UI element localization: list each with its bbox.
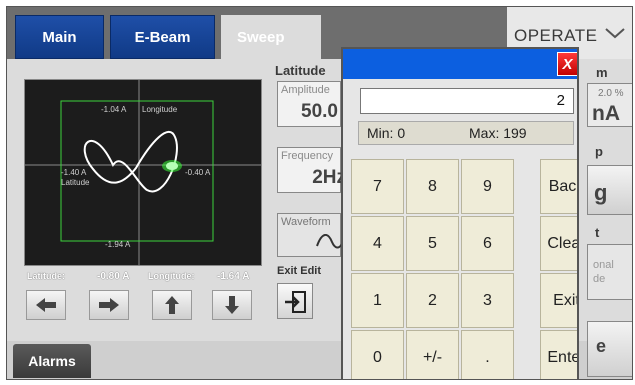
amplitude-value: 50.0 [301, 101, 338, 122]
app-window: Main E-Beam Sweep OPERATE -1.04 A Longit… [6, 6, 633, 380]
plot-left-label: -1.40 A [61, 168, 87, 177]
key-8[interactable]: 8 [406, 159, 459, 214]
plot-right-label: -0.40 A [185, 168, 211, 177]
latitude-label: Latitude: [27, 271, 65, 281]
right-panel-button-1[interactable]: g [587, 165, 632, 215]
sign-toggle-key[interactable]: +/- [406, 330, 459, 379]
move-up-button[interactable] [152, 290, 192, 320]
decimal-point-key[interactable]: . [461, 330, 514, 379]
chevron-down-icon[interactable] [604, 27, 626, 39]
amplitude-label: Amplitude [281, 84, 330, 96]
keypad-value-field[interactable]: 2 [360, 88, 574, 114]
keypad-dialog: X 2 Min: 0 Max: 199 7 8 9 Back 4 5 6 Cle… [341, 47, 579, 379]
lissajous-trace [83, 130, 178, 193]
frequency-field[interactable]: Frequency 2Hz [277, 147, 346, 193]
exit-edit-button[interactable] [277, 283, 313, 319]
right-panel-fragment-g: g [594, 180, 608, 205]
right-panel-field-1[interactable]: 2.0 % nA [587, 83, 632, 127]
exit-edit-icon [285, 291, 306, 313]
right-panel-fragment-p: p [595, 144, 603, 159]
amplitude-field[interactable]: Amplitude 50.0 [277, 81, 341, 127]
right-panel-button-2[interactable]: e [587, 321, 632, 377]
key-4[interactable]: 4 [351, 216, 404, 271]
waveform-label: Waveform [281, 216, 331, 228]
right-panel-fragment-pct: 2.0 % [598, 88, 624, 99]
move-down-button[interactable] [212, 290, 252, 320]
plot-top-axis-label: Longitude [142, 105, 178, 114]
tab-sweep[interactable]: Sweep [221, 15, 321, 59]
key-6[interactable]: 6 [461, 216, 514, 271]
move-right-button[interactable] [89, 290, 129, 320]
back-button[interactable]: Back [540, 159, 577, 214]
key-0[interactable]: 0 [351, 330, 404, 379]
key-3[interactable]: 3 [461, 273, 514, 328]
exit-edit-label: Exit Edit [277, 265, 322, 277]
longitude-label: Longitude: [148, 271, 195, 281]
latitude-value: -0.80 A [97, 271, 130, 282]
plot-left-axis-label: Latitude [61, 178, 90, 187]
plot-bottom-label: -1.94 A [105, 240, 131, 249]
key-1[interactable]: 1 [351, 273, 404, 328]
tab-e-beam[interactable]: E-Beam [110, 15, 215, 59]
key-9[interactable]: 9 [461, 159, 514, 214]
right-panel-fragment-onal: onal [593, 259, 614, 271]
key-7[interactable]: 7 [351, 159, 404, 214]
range-display: Min: 0 Max: 199 [358, 121, 574, 145]
plot-top-label: -1.04 A [101, 105, 127, 114]
enter-button[interactable]: Enter [540, 330, 577, 379]
frequency-label: Frequency [281, 150, 333, 162]
exit-button[interactable]: Exit [540, 273, 577, 328]
move-left-button[interactable] [26, 290, 66, 320]
sweep-plot: -1.04 A Longitude -1.40 A Latitude -0.40… [24, 79, 262, 266]
arrow-right-icon [99, 298, 119, 312]
tab-main[interactable]: Main [15, 15, 104, 59]
close-button[interactable]: X [557, 52, 577, 76]
sine-wave-icon [316, 234, 342, 249]
right-panel-field-2[interactable]: onal de [587, 244, 632, 300]
arrow-up-icon [165, 296, 179, 314]
right-panel-fragment-m: m [596, 65, 608, 80]
alarms-tab[interactable]: Alarms [13, 344, 91, 378]
min-label: Min: 0 [367, 125, 406, 141]
arrow-down-icon [225, 296, 239, 314]
keypad-title-bar [343, 49, 577, 79]
right-panel-fragment-t: t [595, 225, 600, 240]
right-panel-fragment-na: nA [592, 102, 620, 125]
clear-button[interactable]: Clear [540, 216, 577, 271]
max-label: Max: 199 [469, 125, 527, 141]
close-icon: X [562, 55, 573, 73]
key-5[interactable]: 5 [406, 216, 459, 271]
right-panel-fragment-de: de [593, 273, 606, 285]
arrow-left-icon [36, 298, 56, 312]
key-2[interactable]: 2 [406, 273, 459, 328]
latitude-header: Latitude [275, 63, 326, 78]
longitude-value: -1.64 A [217, 271, 250, 282]
operate-button[interactable]: OPERATE [514, 26, 597, 46]
beam-cursor [166, 162, 178, 170]
right-panel-fragment-e: e [596, 336, 607, 356]
waveform-button[interactable]: Waveform [277, 213, 342, 257]
